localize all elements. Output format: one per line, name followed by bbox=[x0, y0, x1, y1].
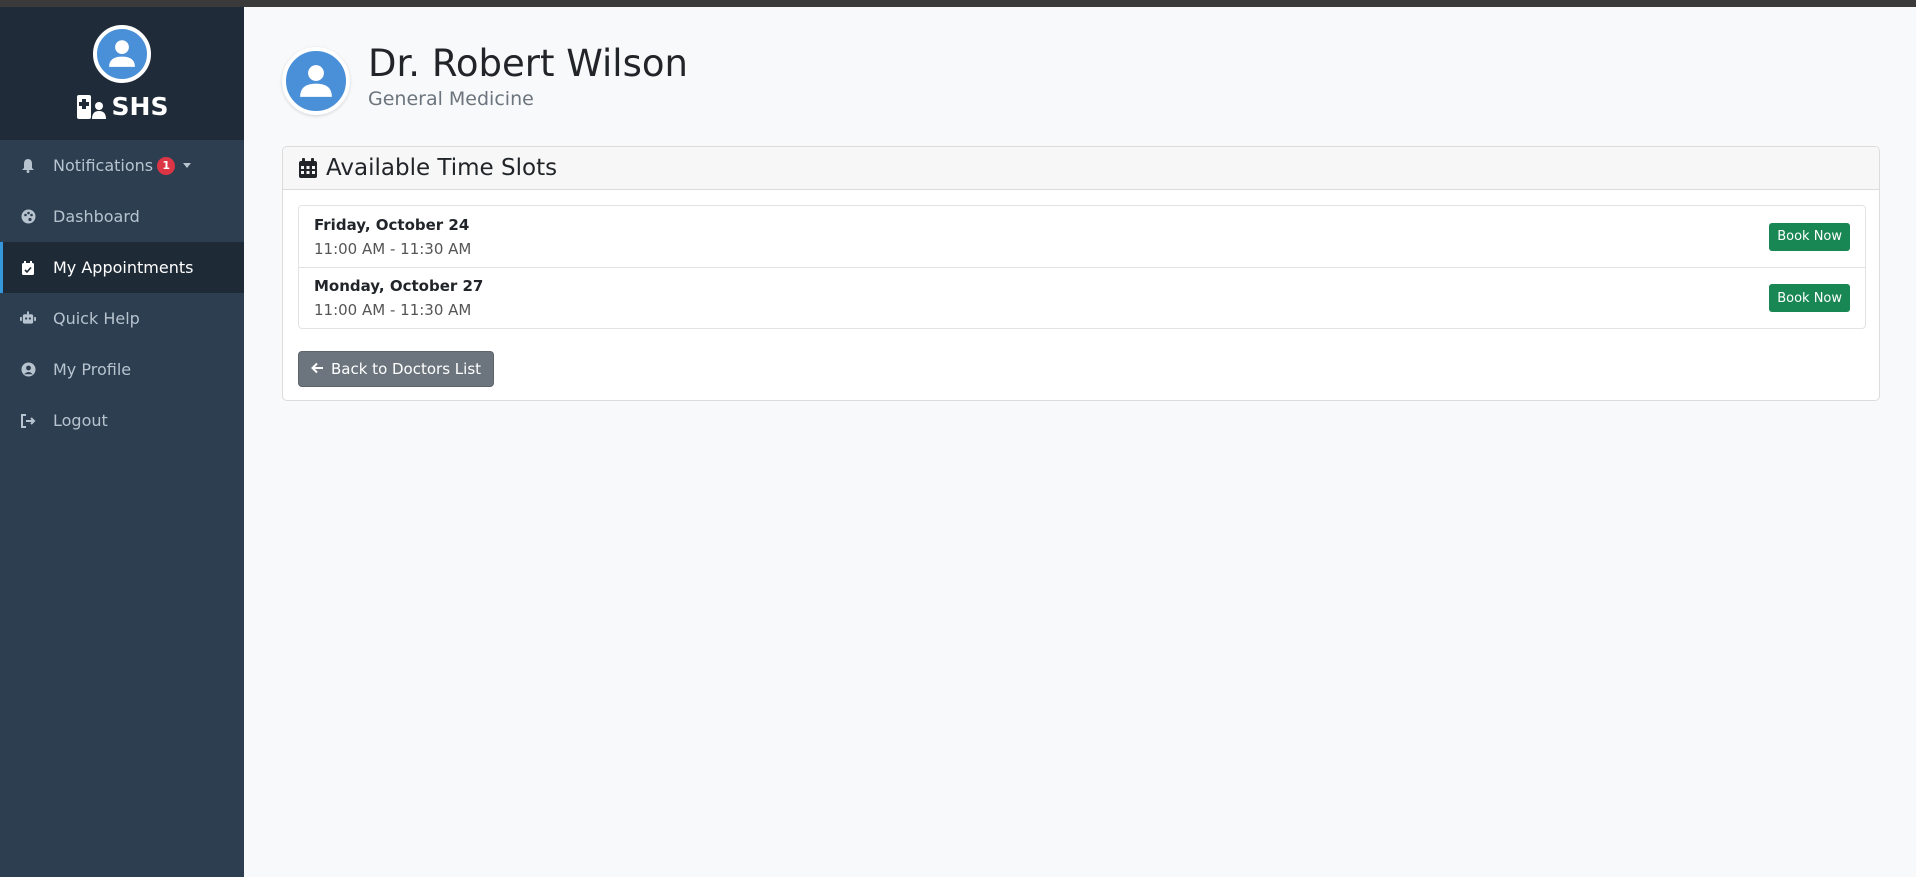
sidebar-item-label: Notifications bbox=[53, 156, 154, 175]
sidebar-item-label: Quick Help bbox=[53, 309, 140, 328]
doctor-info: Dr. Robert Wilson General Medicine bbox=[368, 42, 688, 110]
notification-count-badge: 1 bbox=[157, 156, 176, 175]
brand-title[interactable]: SHS bbox=[76, 92, 169, 121]
brand-name: SHS bbox=[111, 92, 169, 121]
sidebar-item-logout[interactable]: Logout bbox=[0, 395, 244, 446]
robot-icon bbox=[20, 311, 36, 327]
calendar-check-icon bbox=[20, 260, 36, 276]
sign-out-icon bbox=[20, 413, 36, 429]
sidebar-item-label: Dashboard bbox=[53, 207, 140, 226]
doctor-avatar bbox=[282, 47, 350, 115]
sidebar-brand: SHS bbox=[0, 7, 244, 140]
sidebar-item-label: Logout bbox=[53, 411, 108, 430]
user-circle-icon bbox=[20, 362, 36, 378]
sidebar: SHS Notifications 1 Dashboard My Appoint… bbox=[0, 7, 244, 877]
doctor-name: Dr. Robert Wilson bbox=[368, 42, 688, 85]
back-button-label: Back to Doctors List bbox=[331, 360, 482, 378]
doctor-header: Dr. Robert Wilson General Medicine bbox=[282, 37, 688, 115]
arrow-left-icon bbox=[311, 360, 324, 378]
sidebar-item-label: My Appointments bbox=[53, 258, 194, 277]
slot-details: Monday, October 27 11:00 AM - 11:30 AM bbox=[314, 277, 483, 319]
hospital-user-icon bbox=[76, 94, 106, 119]
card-title: Available Time Slots bbox=[326, 155, 558, 181]
time-slots-card: Available Time Slots Friday, October 24 … bbox=[282, 146, 1880, 401]
chevron-down-icon bbox=[183, 163, 192, 168]
bell-icon bbox=[20, 158, 36, 174]
palette-icon bbox=[20, 209, 36, 225]
sidebar-item-quick-help[interactable]: Quick Help bbox=[0, 293, 244, 344]
list-item: Monday, October 27 11:00 AM - 11:30 AM B… bbox=[299, 267, 1865, 328]
sidebar-nav: Notifications 1 Dashboard My Appointment… bbox=[0, 140, 244, 446]
slot-details: Friday, October 24 11:00 AM - 11:30 AM bbox=[314, 216, 471, 258]
sidebar-item-my-profile[interactable]: My Profile bbox=[0, 344, 244, 395]
user-silhouette-icon bbox=[109, 40, 135, 67]
calendar-icon bbox=[298, 157, 318, 179]
doctor-specialty: General Medicine bbox=[368, 88, 534, 110]
slot-date: Friday, October 24 bbox=[314, 215, 470, 234]
user-silhouette-icon bbox=[300, 65, 332, 97]
list-item: Friday, October 24 11:00 AM - 11:30 AM B… bbox=[299, 206, 1865, 267]
back-to-doctors-button[interactable]: Back to Doctors List bbox=[298, 351, 495, 387]
sidebar-item-my-appointments[interactable]: My Appointments bbox=[0, 242, 244, 293]
slot-time: 11:00 AM - 11:30 AM bbox=[314, 301, 472, 319]
sidebar-item-notifications[interactable]: Notifications 1 bbox=[0, 140, 244, 191]
card-header: Available Time Slots bbox=[283, 147, 1879, 190]
slot-time: 11:00 AM - 11:30 AM bbox=[314, 239, 472, 258]
slot-date: Monday, October 27 bbox=[314, 277, 484, 295]
sidebar-item-label: My Profile bbox=[53, 360, 132, 379]
window-top-bar bbox=[0, 0, 1916, 7]
main-content: Dr. Robert Wilson General Medicine Avail… bbox=[244, 7, 1916, 877]
sidebar-item-dashboard[interactable]: Dashboard bbox=[0, 191, 244, 242]
book-now-button[interactable]: Book Now bbox=[1769, 222, 1850, 251]
time-slot-list: Friday, October 24 11:00 AM - 11:30 AM B… bbox=[298, 205, 1866, 329]
user-avatar[interactable] bbox=[93, 25, 151, 83]
book-now-button[interactable]: Book Now bbox=[1769, 284, 1850, 312]
